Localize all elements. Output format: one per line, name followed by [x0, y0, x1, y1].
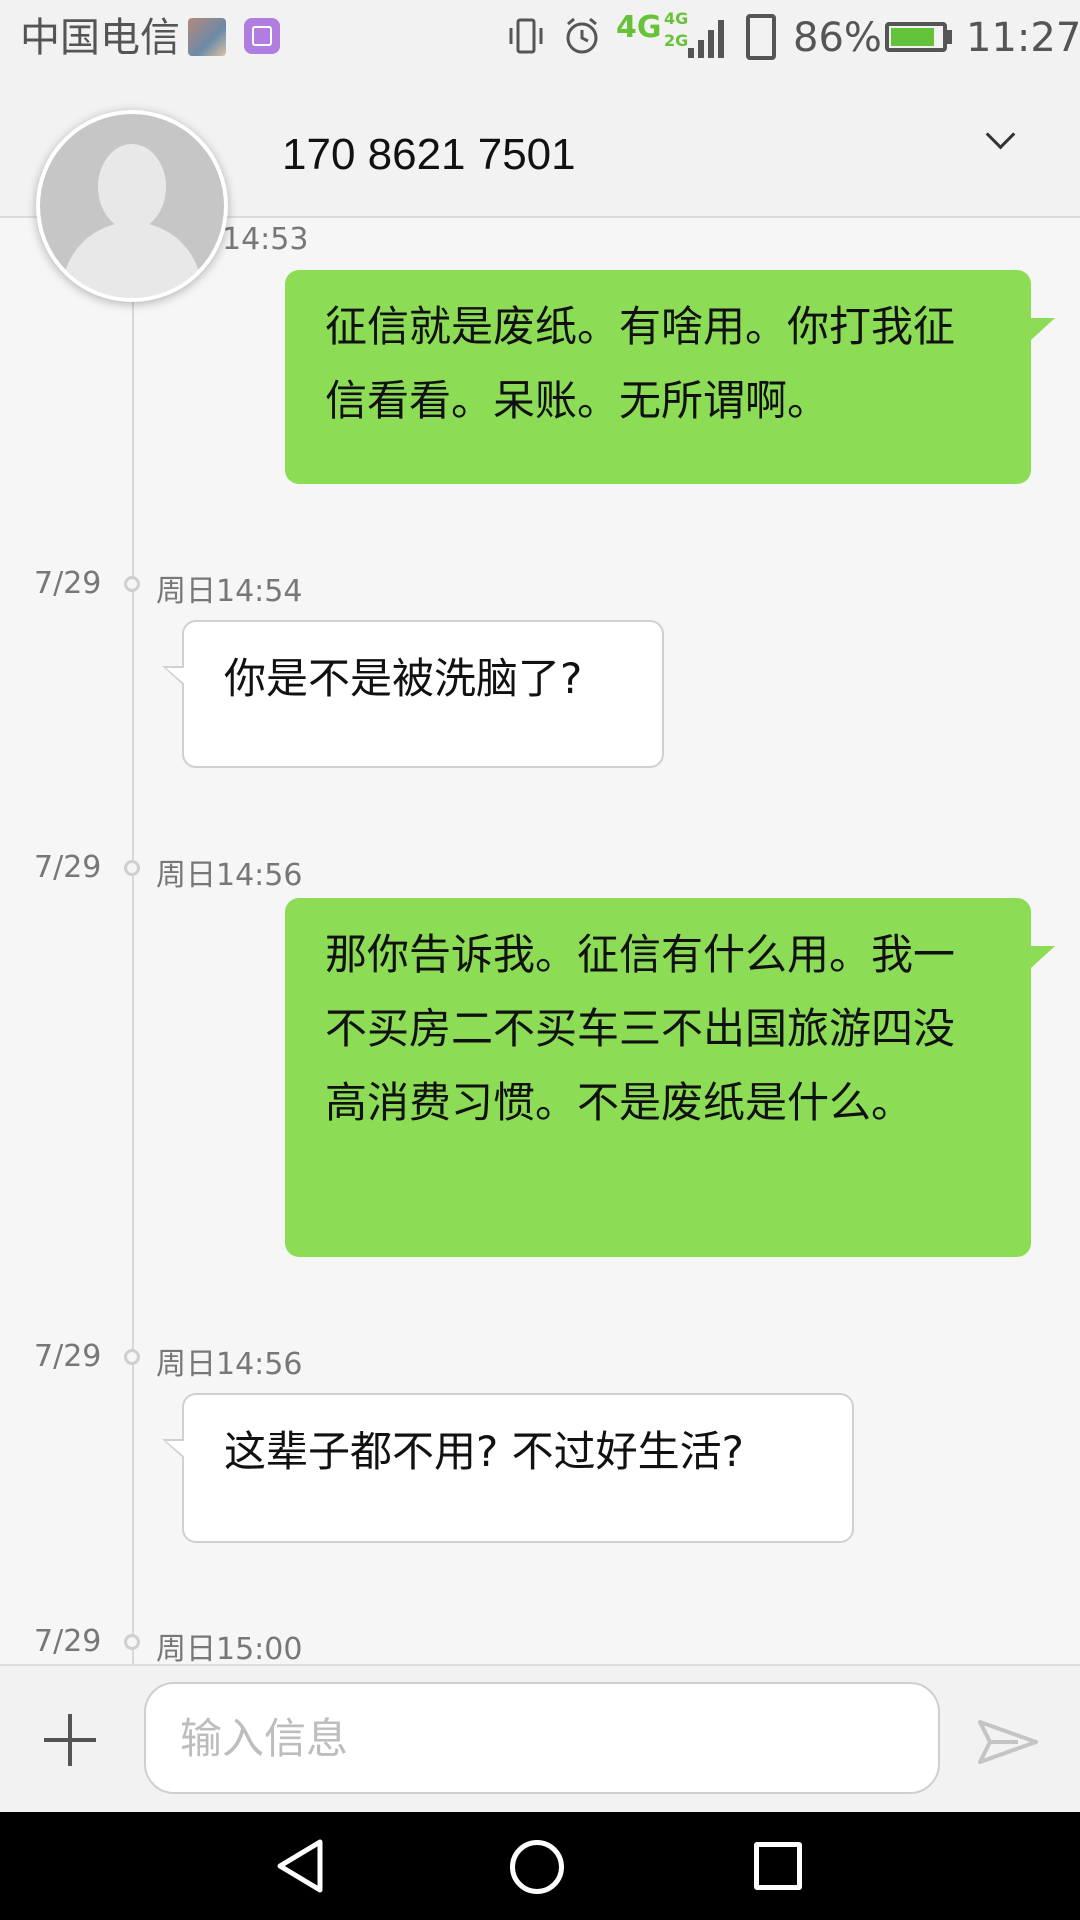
message-time: 14:53	[222, 222, 309, 257]
network-type: 4G	[616, 10, 662, 45]
home-icon[interactable]	[510, 1840, 564, 1894]
recent-apps-icon[interactable]	[754, 1842, 802, 1890]
status-bar: 中国电信 4G 4G 2G 86% 11:27	[0, 0, 1080, 80]
message-text: 那你告诉我。征信有什么用。我一不买房二不买车三不出国旅游四没高消费习惯。不是废纸…	[325, 930, 956, 1127]
incoming-message[interactable]: 这辈子都不用? 不过好生活?	[162, 1393, 854, 1543]
contact-number[interactable]: 170 8621 7501	[282, 130, 576, 180]
message-text: 征信就是废纸。有啥用。你打我征信看看。呆账。无所谓啊。	[325, 302, 956, 425]
message-time: 周日15:00	[156, 1632, 303, 1667]
sim-card-icon	[746, 14, 776, 60]
timeline-dot	[124, 860, 140, 876]
timeline-dot	[124, 1349, 140, 1365]
gallery-icon	[244, 18, 280, 54]
message-time: 周日14:54	[156, 574, 303, 609]
vibrate-icon	[506, 16, 546, 65]
timeline-dot	[124, 576, 140, 592]
message-text: 这辈子都不用? 不过好生活?	[224, 1427, 744, 1476]
timeline-line	[132, 216, 134, 1664]
message-date: 7/29	[34, 1339, 102, 1374]
outgoing-message[interactable]: 征信就是废纸。有啥用。你打我征信看看。呆账。无所谓啊。	[285, 270, 1055, 484]
chevron-down-icon[interactable]	[985, 119, 1016, 150]
incoming-message[interactable]: 你是不是被洗脑了?	[162, 620, 664, 768]
alarm-icon	[562, 16, 602, 65]
plus-icon[interactable]	[44, 1714, 96, 1766]
message-date: 7/29	[34, 566, 102, 601]
signal-icon	[688, 18, 728, 58]
message-text: 你是不是被洗脑了?	[224, 654, 583, 703]
message-time: 周日14:56	[156, 1347, 303, 1382]
back-icon[interactable]	[272, 1838, 328, 1894]
outgoing-message[interactable]: 那你告诉我。征信有什么用。我一不买房二不买车三不出国旅游四没高消费习惯。不是废纸…	[285, 898, 1055, 1257]
photo-thumbnail-icon	[188, 18, 226, 56]
battery-percent: 86%	[793, 15, 882, 61]
battery-charging-icon	[885, 22, 947, 52]
clock: 11:27	[966, 15, 1080, 61]
message-date: 7/29	[34, 850, 102, 885]
composer-bar	[0, 1664, 1080, 1814]
svg-text:4G: 4G	[664, 9, 688, 28]
contact-avatar[interactable]	[36, 110, 228, 302]
message-input[interactable]	[144, 1682, 940, 1794]
carrier-name: 中国电信	[20, 15, 180, 61]
navigation-bar	[0, 1812, 1080, 1920]
svg-text:2G: 2G	[664, 31, 688, 50]
timeline-dot	[124, 1634, 140, 1650]
message-date: 7/29	[34, 1624, 102, 1659]
network-secondary: 4G 2G	[664, 8, 688, 55]
send-icon[interactable]	[978, 1720, 1038, 1764]
message-time: 周日14:56	[156, 858, 303, 893]
